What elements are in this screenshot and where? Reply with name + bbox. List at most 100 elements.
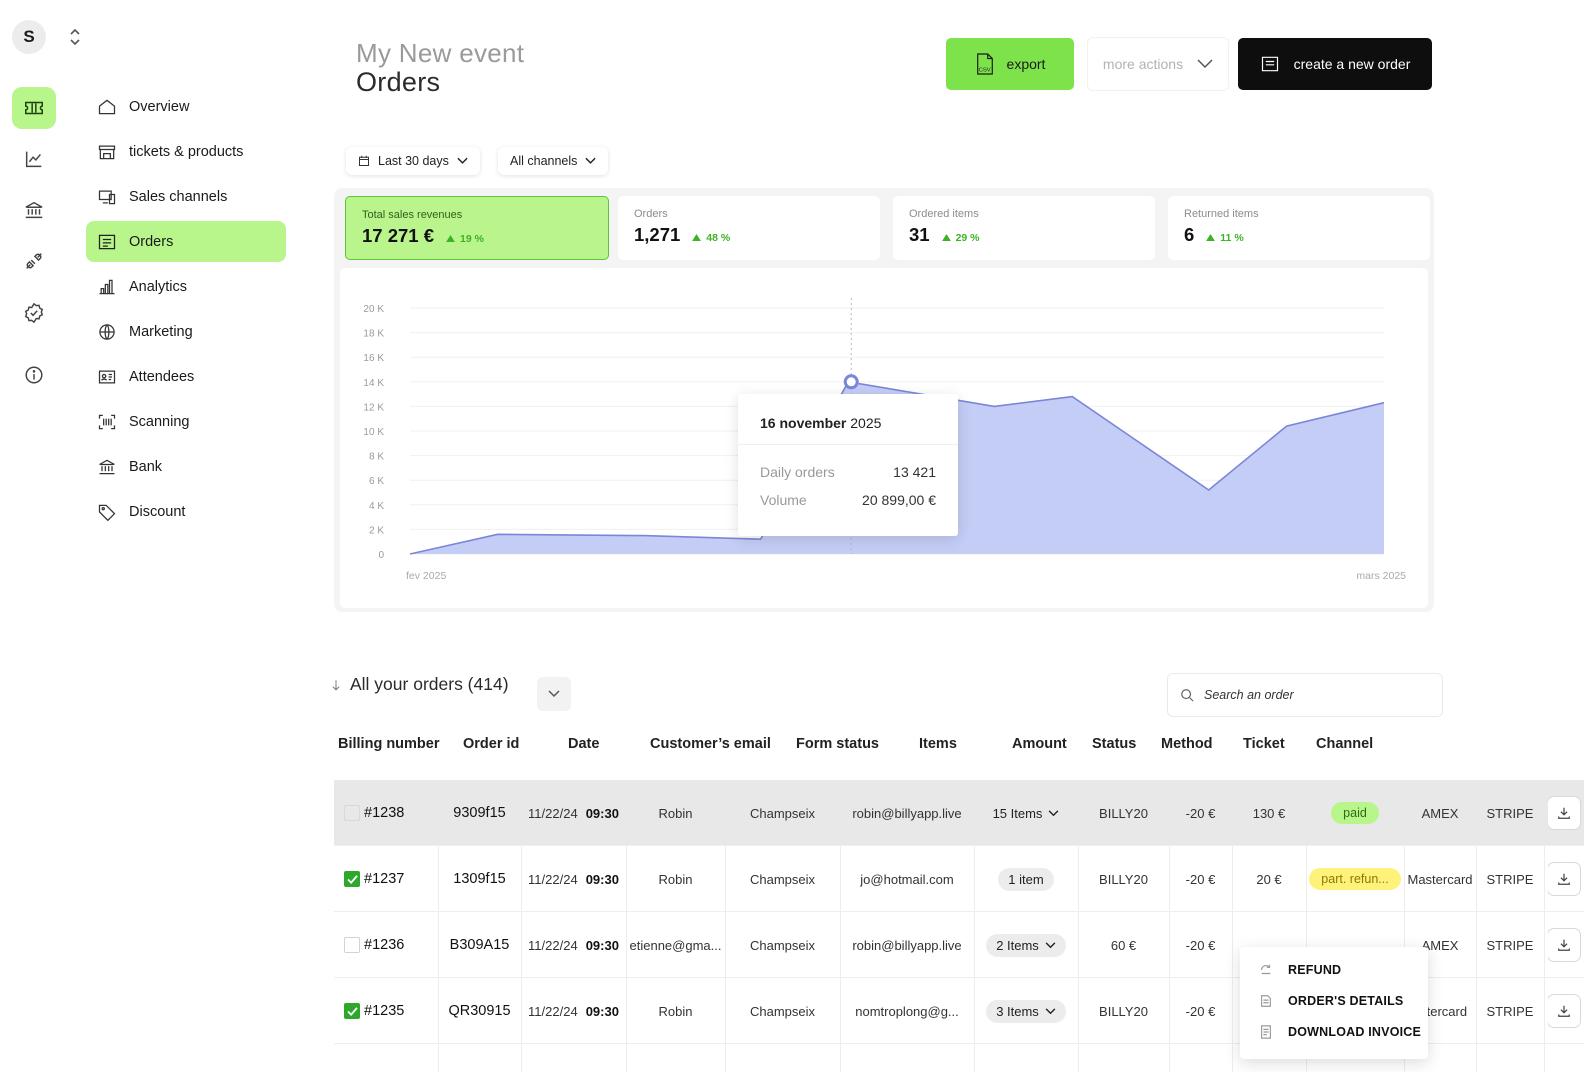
stat-card-orders[interactable]: Orders 1,271 48 % xyxy=(618,196,880,260)
nav-item-scanning[interactable]: Scanning xyxy=(86,401,286,442)
payment-processor: STRIPE xyxy=(1486,805,1534,821)
nav-item-sales-channels[interactable]: Sales channels xyxy=(86,176,286,217)
menu-item-refund[interactable]: REFUND xyxy=(1258,959,1341,981)
export-button[interactable]: CSV export xyxy=(946,38,1074,90)
stat-card-ordered-items[interactable]: Ordered items 31 29 % xyxy=(893,196,1155,260)
table-row[interactable]: #1238 9309f15 11/22/24 09:30 Robin Champs… xyxy=(334,780,1584,846)
row-checkbox[interactable] xyxy=(344,937,360,953)
bank-icon xyxy=(97,457,117,477)
customer-email: robin@billyapp.live xyxy=(852,937,962,953)
nav-item-overview[interactable]: Overview xyxy=(86,86,286,127)
column-header-method[interactable]: Method xyxy=(1161,736,1213,752)
items-label: 1 item xyxy=(1008,871,1044,887)
column-header-billing[interactable]: Billing number xyxy=(338,736,440,752)
tooltip-divider xyxy=(738,444,958,445)
date-value: 11/22/24 xyxy=(528,1003,578,1019)
column-header-date[interactable]: Date xyxy=(568,736,599,752)
download-button[interactable] xyxy=(1548,929,1580,961)
stat-value: 6 xyxy=(1184,224,1195,245)
document-icon xyxy=(1258,993,1274,1009)
more-actions-dropdown[interactable]: more actions xyxy=(1088,38,1228,90)
channel-filter-value: All channels xyxy=(510,154,578,168)
order-search[interactable] xyxy=(1168,674,1442,716)
download-button[interactable] xyxy=(1548,995,1580,1027)
table-row[interactable]: #1237 1309f15 11/22/24 09:30 Robin Champs… xyxy=(334,846,1584,912)
nav-item-tickets-products[interactable]: tickets & products xyxy=(86,131,286,172)
billing-number: #1235 xyxy=(364,1003,405,1019)
download-button[interactable] xyxy=(1548,797,1580,829)
rail-analytics-button[interactable] xyxy=(12,138,56,180)
discount-amount: -20 € xyxy=(1185,937,1216,953)
workspace-switcher-icon[interactable] xyxy=(66,26,84,48)
create-order-button[interactable]: create a new order xyxy=(1238,38,1432,90)
discount-amount: -20 € xyxy=(1185,1003,1216,1019)
x-axis-end-label: mars 2025 xyxy=(1356,570,1406,582)
items-dropdown[interactable]: 15 Items xyxy=(983,802,1070,825)
menu-item-download-invoice[interactable]: DOWNLOAD INVOICE xyxy=(1258,1021,1421,1043)
rail-verification-button[interactable] xyxy=(12,292,56,334)
column-header-ticket[interactable]: Ticket xyxy=(1243,736,1285,752)
search-input[interactable] xyxy=(1204,688,1434,702)
row-checkbox[interactable] xyxy=(344,805,360,821)
download-button[interactable] xyxy=(1548,863,1580,895)
nav-item-discount[interactable]: Discount xyxy=(86,491,286,532)
stat-card-returned-items[interactable]: Returned items 6 11 % xyxy=(1168,196,1430,260)
column-header-order-id[interactable]: Order id xyxy=(463,736,519,752)
stat-delta: 19 % xyxy=(446,233,484,245)
menu-item-order-details[interactable]: ORDER'S DETAILS xyxy=(1258,990,1403,1012)
items-dropdown[interactable]: 3 Items xyxy=(986,999,1066,1023)
period-filter[interactable]: Last 30 days xyxy=(346,147,480,175)
status-badge: paid xyxy=(1331,802,1379,824)
order-date: 11/22/24 09:30 xyxy=(521,846,626,912)
tooltip-value: 20 899,00 € xyxy=(862,492,936,508)
discount-code: BILLY20 xyxy=(1099,805,1148,821)
tooltip-date: 16 november 2025 xyxy=(760,415,881,431)
nav-item-analytics[interactable]: Analytics xyxy=(86,266,286,307)
status-cell: part. refun... xyxy=(1302,846,1408,912)
chevron-down-icon xyxy=(1197,59,1213,69)
discount-amount: -20 € xyxy=(1185,805,1216,821)
rail-bank-button[interactable] xyxy=(12,189,56,231)
tooltip-value: 13 421 xyxy=(893,464,936,480)
orders-collapse-button[interactable] xyxy=(537,677,571,711)
y-tick-label: 6 K xyxy=(369,476,384,487)
menu-item-label: REFUND xyxy=(1288,963,1342,977)
row-checkbox[interactable] xyxy=(344,1003,360,1019)
rail-tickets-button[interactable] xyxy=(12,87,56,129)
y-tick-label: 20 K xyxy=(363,304,384,315)
home-icon xyxy=(97,97,117,117)
column-header-amount[interactable]: Amount xyxy=(1012,736,1067,752)
chevron-down-icon xyxy=(1045,941,1056,948)
column-header-status[interactable]: Status xyxy=(1092,736,1136,752)
download-cell xyxy=(1548,780,1584,846)
column-header-items[interactable]: Items xyxy=(919,736,957,752)
check-icon xyxy=(346,874,358,884)
channel-filter[interactable]: All channels xyxy=(498,147,609,175)
nav-item-bank[interactable]: Bank xyxy=(86,446,286,487)
payment-method: AMEX xyxy=(1421,805,1459,821)
tooltip-row-volume: Volume 20 899,00 € xyxy=(760,492,936,508)
y-tick-label: 2 K xyxy=(369,525,384,536)
workspace-avatar[interactable]: S xyxy=(12,20,46,54)
column-header-form-status[interactable]: Form status xyxy=(796,736,879,752)
nav-item-orders[interactable]: Orders xyxy=(86,221,286,262)
items-dropdown[interactable]: 2 Items xyxy=(986,933,1066,957)
trend-chart-icon xyxy=(25,151,42,168)
nav-item-label: Scanning xyxy=(129,413,190,430)
column-header-channel[interactable]: Channel xyxy=(1316,736,1373,752)
row-checkbox[interactable] xyxy=(344,871,360,887)
stat-card-revenues[interactable]: Total sales revenues 17 271 € 19 % xyxy=(345,196,609,260)
rail-info-button[interactable] xyxy=(12,354,56,396)
column-header-email[interactable]: Customer’s email xyxy=(650,736,771,752)
last-name: Champseix xyxy=(749,937,816,953)
nav-item-attendees[interactable]: Attendees xyxy=(86,356,286,397)
rail-integrations-button[interactable] xyxy=(12,240,56,282)
download-cell xyxy=(1548,978,1584,1044)
time-value: 09:30 xyxy=(585,805,619,821)
last-name: Champseix xyxy=(749,871,816,887)
barcode-scan-icon xyxy=(97,412,117,432)
nav-item-marketing[interactable]: Marketing xyxy=(86,311,286,352)
billing-cell: #1236 xyxy=(344,912,438,978)
tooltip-date-rest: 2025 xyxy=(850,415,882,431)
triangle-up-icon xyxy=(941,234,951,241)
